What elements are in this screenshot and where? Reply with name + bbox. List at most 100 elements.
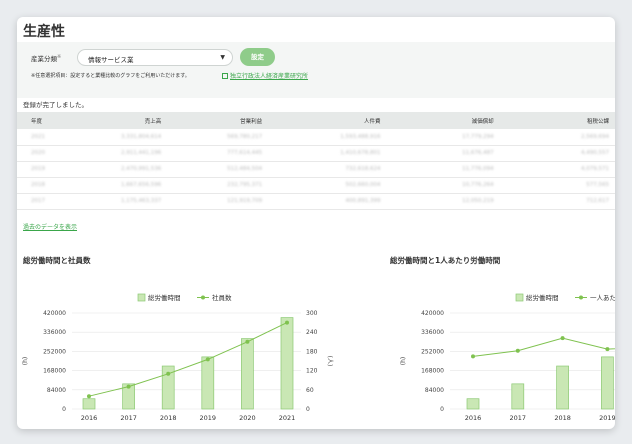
chart1-title: 総労働時間と社員数 <box>23 256 91 265</box>
col-header: 売上高 <box>144 118 162 125</box>
legend-line-label: 社員数 <box>212 293 232 302</box>
set-button[interactable]: 設定 <box>240 48 275 66</box>
table-cell: 4,490,557 <box>499 145 615 162</box>
table-cell: 121,919,709 <box>167 193 269 210</box>
financial-table: 年度 売上高 営業利益 人件費 減価償却 租税公課 2021 3,331,804,… <box>17 112 615 210</box>
x-tick-label: 2018 <box>554 414 571 422</box>
line-point <box>605 347 610 352</box>
table-cell: 2020 <box>17 145 77 162</box>
table-cell: 777,614,445 <box>167 145 269 162</box>
y2-tick-label: 0 <box>306 406 310 413</box>
x-tick-label: 2016 <box>81 414 98 422</box>
table-cell: 2017 <box>17 193 77 210</box>
table-row: 2020 2,911,441,196 777,614,445 1,410,678,80… <box>17 145 615 162</box>
legend-bar-label: 総労働時間 <box>148 293 181 302</box>
y2-tick-label: 120 <box>306 368 318 375</box>
legend-bar-swatch <box>137 293 146 302</box>
legend-bar-swatch <box>515 293 524 302</box>
bar <box>556 365 569 410</box>
page-title: 生産性 <box>23 24 65 40</box>
line-point <box>87 394 91 399</box>
col-header: 減価償却 <box>471 118 494 125</box>
industry-select-value: 情報サービス業 <box>88 56 134 64</box>
line-point <box>285 320 289 325</box>
table-cell: 10,776,264 <box>386 177 500 194</box>
table-cell: 1,667,656,596 <box>76 177 168 194</box>
bar <box>201 356 215 410</box>
bar <box>280 317 294 410</box>
filter-bar: 産業分類※ 情報サービス業 ▼ 設定 ※任意選択項目：設定すると業種比較のグラフ… <box>17 42 615 98</box>
line-point <box>515 348 520 353</box>
legend-line-marker <box>579 295 583 300</box>
col-header: 租税公課 <box>586 118 609 125</box>
table-cell: 11,776,094 <box>386 161 500 178</box>
bar <box>601 356 614 410</box>
bar <box>241 338 254 410</box>
table-cell: 2021 <box>17 129 77 146</box>
table-cell: 2,569,694 <box>499 129 615 146</box>
x-tick-label: 2019 <box>200 414 217 422</box>
y2-tick-label: 180 <box>306 348 318 355</box>
table-cell: 17,779,294 <box>386 129 500 146</box>
line-point <box>560 336 565 341</box>
table-cell: 11,676,487 <box>386 145 500 162</box>
bar <box>82 398 96 410</box>
col-header: 年度 <box>31 118 43 125</box>
y2-tick-label: 60 <box>306 387 314 394</box>
y-tick-label: 336000 <box>43 329 66 336</box>
line-point <box>471 354 475 359</box>
line-point <box>166 371 171 376</box>
chart2-title: 総労働時間と1人あたり労働時間 <box>390 256 501 265</box>
table-cell: 400,891,399 <box>268 193 387 210</box>
external-link-icon <box>222 73 228 79</box>
x-tick-label: 2021 <box>279 414 296 422</box>
y-tick-label: 252000 <box>421 348 444 355</box>
y-tick-label: 336000 <box>421 329 444 336</box>
legend-line-label: 一人あたり <box>590 294 615 302</box>
line-point <box>245 339 250 344</box>
bar <box>511 383 525 410</box>
y2-axis-label: (人) <box>326 356 333 367</box>
chevron-down-icon: ▼ <box>220 54 225 61</box>
x-tick-label: 2020 <box>239 414 256 422</box>
table-cell: 1,175,463,337 <box>76 193 168 210</box>
y-tick-label: 84000 <box>425 387 444 394</box>
col-header: 人件費 <box>363 118 381 125</box>
series-line <box>472 337 615 357</box>
table-cell: 732,618,624 <box>268 161 387 178</box>
series-line <box>88 322 288 397</box>
table-row: 2019 2,470,991,536 512,484,504 732,618,624 1… <box>17 161 615 178</box>
chart-worktime-employees: 総労働時間 社員数 420000 336000 252000 168000 84000 0 30… <box>22 293 333 422</box>
y-tick-label: 252000 <box>43 348 66 355</box>
table-cell: 2019 <box>17 161 77 178</box>
table-cell: 12,050,219 <box>386 193 500 210</box>
table-row: 2018 1,667,656,596 232,795,371 502,660,004 1… <box>17 177 615 194</box>
x-tick-label: 2017 <box>120 414 137 422</box>
line-point <box>126 384 131 389</box>
y2-tick-label: 300 <box>306 310 318 317</box>
industry-select[interactable]: 情報サービス業 ▼ <box>77 49 233 66</box>
table-cell: 2,470,991,536 <box>76 161 168 178</box>
y-tick-label: 84000 <box>47 387 66 394</box>
table-cell: 3,331,804,614 <box>76 129 168 146</box>
industry-label: 産業分類※ <box>31 53 62 63</box>
table-cell: 2018 <box>17 177 77 194</box>
x-tick-label: 2017 <box>510 414 527 422</box>
table-cell: 2,911,441,196 <box>76 145 168 162</box>
x-tick-label: 2018 <box>160 414 177 422</box>
table-cell: 502,660,004 <box>268 177 387 194</box>
productivity-card: 生産性 産業分類※ 情報サービス業 ▼ 設定 ※任意選択項目：設定すると業種比較… <box>17 17 615 429</box>
y-axis-label: (h) <box>22 357 29 365</box>
legend-line-marker <box>201 295 205 300</box>
past-data-link[interactable]: 過去のデータを表示 <box>23 222 77 231</box>
rieti-link[interactable]: 独立行政法人経済産業研究所 <box>222 71 308 80</box>
x-tick-label: 2016 <box>465 414 482 422</box>
legend-bar-label: 総労働時間 <box>526 293 559 302</box>
y-tick-label: 0 <box>440 406 444 413</box>
table-cell: 1,593,488,916 <box>268 129 387 146</box>
y-tick-label: 0 <box>62 406 66 413</box>
col-header: 営業利益 <box>240 118 263 125</box>
table-cell: 4,079,571 <box>499 161 615 178</box>
line-point <box>205 357 210 362</box>
table-row: 2021 3,331,804,614 569,780,217 1,593,488,91… <box>17 129 615 146</box>
